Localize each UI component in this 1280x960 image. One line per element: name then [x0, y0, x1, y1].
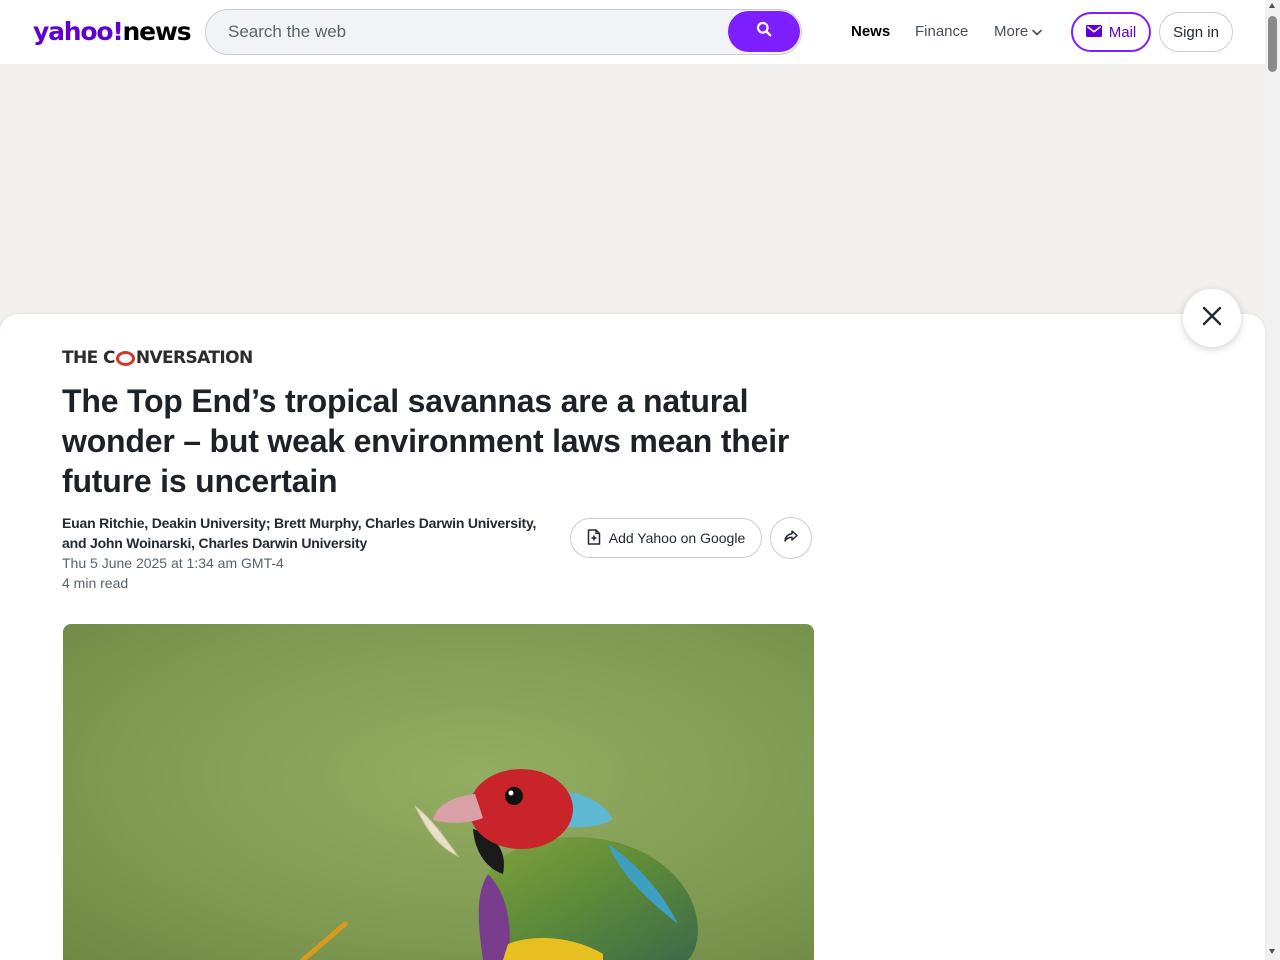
top-header: yahoo!news News Finance More Mail Sign i… [0, 0, 1265, 64]
mail-label: Mail [1108, 23, 1137, 41]
publisher-logo-text-1: THE C [62, 348, 115, 368]
chevron-down-icon [1032, 23, 1042, 41]
close-article-button[interactable] [1183, 289, 1241, 347]
article-authors: Euan Ritchie, Deakin University; Brett M… [62, 515, 537, 551]
nav-more[interactable]: More [994, 23, 1042, 41]
add-document-icon [587, 528, 601, 548]
nav-news[interactable]: News [851, 23, 890, 41]
search-bar [205, 9, 802, 55]
gouldian-finch-photo [63, 624, 814, 960]
publisher-logo[interactable]: THE C NVERSATION [62, 348, 253, 368]
logo-yahoo: yahoo! [33, 17, 124, 46]
nav-more-label: More [994, 23, 1029, 40]
article-date: Thu 5 June 2025 at 1:34 am GMT-4 [62, 555, 284, 571]
publisher-logo-bubble [115, 350, 135, 366]
logo-news: news [122, 17, 192, 46]
add-yahoo-on-google-label: Add Yahoo on Google [608, 530, 746, 546]
share-button[interactable] [770, 517, 812, 559]
article-title: The Top End’s tropical savannas are a na… [62, 383, 790, 499]
share-icon [784, 529, 798, 547]
publisher-logo-text-2: NVERSATION [135, 348, 253, 368]
search-icon [756, 21, 772, 42]
mail-button[interactable]: Mail [1071, 12, 1151, 52]
scroll-up-arrow[interactable] [1269, 3, 1275, 8]
article-read-time: 4 min read [62, 575, 129, 591]
mail-icon [1085, 24, 1102, 41]
sign-in-button[interactable]: Sign in [1159, 12, 1233, 52]
page-scrollbar[interactable] [1265, 0, 1280, 960]
search-input[interactable] [228, 20, 718, 44]
close-icon [1201, 305, 1223, 332]
scroll-thumb[interactable] [1268, 16, 1277, 72]
yahoo-news-logo[interactable]: yahoo!news [33, 17, 192, 47]
search-button[interactable] [728, 11, 800, 52]
nav-finance[interactable]: Finance [915, 23, 968, 41]
scroll-down-arrow[interactable] [1269, 949, 1275, 954]
add-yahoo-on-google-button[interactable]: Add Yahoo on Google [570, 518, 762, 558]
article-hero-image [63, 624, 814, 960]
